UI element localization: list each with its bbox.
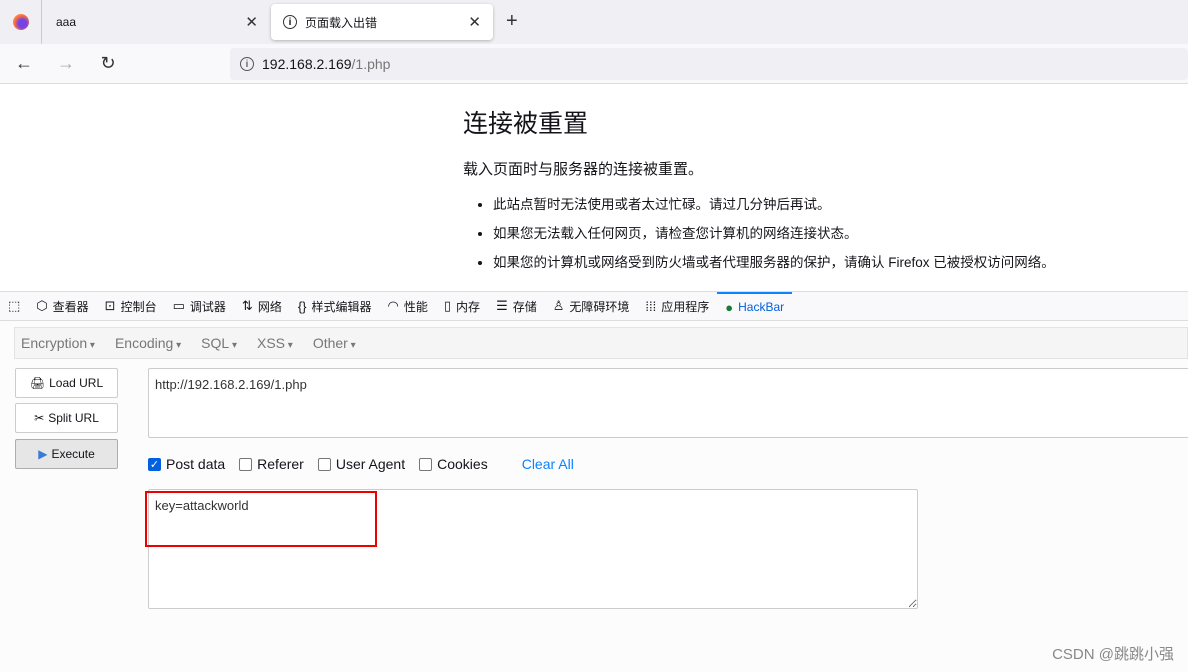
menu-xss[interactable]: XSS (257, 335, 293, 351)
clear-all-link[interactable]: Clear All (522, 456, 574, 472)
info-icon: i (240, 57, 254, 71)
debugger-icon: ▭ (172, 298, 185, 313)
close-icon[interactable]: ✕ (245, 13, 258, 31)
error-page: 连接被重置 载入页面时与服务器的连接被重置。 此站点暂时无法使用或者太过忙碌。请… (463, 104, 1055, 280)
forward-button[interactable]: → (48, 53, 84, 74)
reload-button[interactable]: ↻ (90, 53, 126, 74)
scissors-icon: ✂ (34, 411, 45, 425)
printer-icon: 🖨 (29, 376, 46, 390)
checkbox-icon (317, 457, 331, 471)
memory-icon: ▯ (443, 298, 452, 313)
network-icon: ⇅ (241, 298, 253, 313)
options-row: ✓ Post data Referer User Agent Cookies Cl… (148, 456, 574, 472)
firefox-logo-icon (12, 14, 29, 30)
accessibility-icon: ♙ (552, 298, 565, 313)
hackbar-logo-icon: ● (725, 299, 734, 315)
watermark: CSDN @跳跳小强 (1052, 646, 1174, 663)
checkbox-icon (239, 457, 253, 471)
close-icon[interactable]: ✕ (468, 13, 481, 31)
execute-button[interactable]: ▶ Execute (15, 439, 118, 469)
tab-performance[interactable]: ◠ 性能 (380, 292, 436, 320)
error-message: 载入页面时与服务器的连接被重置。 (463, 161, 704, 178)
cookies-checkbox[interactable]: Cookies (419, 456, 488, 472)
menu-encoding[interactable]: Encoding (115, 335, 181, 351)
error-bullet: 此站点暂时无法使用或者太过忙碌。请过几分钟后再试。 (493, 193, 1055, 213)
error-bullet: 如果您无法载入任何网页，请检查您计算机的网络连接状态。 (493, 222, 1055, 242)
new-tab-button[interactable]: + (506, 10, 518, 33)
highlight-box (145, 491, 377, 547)
checkbox-icon (419, 457, 433, 471)
tab-bar: aaa ✕ i 页面载入出错 ✕ + (0, 0, 1188, 44)
tab-network[interactable]: ⇅ 网络 (234, 292, 290, 320)
tab-style-editor[interactable]: {} 样式编辑器 (290, 292, 380, 320)
user-agent-checkbox[interactable]: User Agent (317, 456, 405, 472)
hackbar-menu: Encryption Encoding SQL XSS Other (14, 327, 1188, 359)
menu-other[interactable]: Other (313, 335, 356, 351)
split-url-button[interactable]: ✂ Split URL (15, 403, 118, 433)
error-title: 连接被重置 (463, 110, 589, 138)
tab-application[interactable]: ⁞⁞⁞ 应用程序 (637, 292, 717, 320)
nav-bar: ← → ↻ i 192.168.2.169/1.php (0, 44, 1188, 84)
referer-checkbox[interactable]: Referer (239, 456, 304, 472)
tab-storage[interactable]: ☰ 存储 (488, 292, 545, 320)
gauge-icon: ◠ (387, 298, 399, 313)
tab-aaa[interactable]: aaa ✕ (44, 4, 270, 40)
tab-accessibility[interactable]: ♙ 无障碍环境 (545, 292, 638, 320)
grid-icon: ⁞⁞⁞ (645, 298, 657, 314)
hackbar-panel: Encryption Encoding SQL XSS Other 🖨Load … (0, 321, 1188, 672)
load-url-button[interactable]: 🖨 Load URL (15, 368, 118, 398)
braces-icon: {} (297, 298, 307, 314)
post-data-checkbox[interactable]: ✓ Post data (148, 456, 225, 472)
firefox-menu[interactable] (0, 0, 42, 44)
tab-memory[interactable]: ▯ 内存 (436, 292, 488, 320)
error-bullet: 如果您的计算机或网络受到防火墙或者代理服务器的保护，请确认 Firefox 已被… (493, 251, 1055, 271)
tab-hackbar[interactable]: ● HackBar (717, 292, 793, 320)
devtools-toolbar: ⬚ ⬡ 查看器 ⊡ 控制台 ▭ 调试器 ⇅ 网络 {} 样式编辑器 ◠ 性能 ▯ 内存 ☰ 存储… (0, 291, 1188, 321)
tab-debugger[interactable]: ▭ 调试器 (165, 292, 234, 320)
element-picker-button[interactable]: ⬚ (0, 292, 28, 320)
menu-sql[interactable]: SQL (201, 335, 237, 351)
tab-error[interactable]: i 页面载入出错 ✕ (271, 4, 493, 40)
console-icon: ⊡ (104, 298, 116, 313)
url-input[interactable]: http://192.168.2.169/1.php (148, 368, 1188, 438)
picker-icon: ⬚ (8, 298, 21, 313)
tab-inspector[interactable]: ⬡ 查看器 (28, 292, 96, 320)
url-bar[interactable]: i 192.168.2.169/1.php (230, 48, 1188, 80)
back-button[interactable]: ← (6, 53, 42, 74)
play-icon: ▶ (38, 447, 48, 461)
inspector-icon: ⬡ (36, 298, 48, 313)
info-icon: i (283, 15, 297, 29)
tab-console[interactable]: ⊡ 控制台 (97, 292, 165, 320)
menu-encryption[interactable]: Encryption (21, 335, 95, 351)
checkbox-checked-icon: ✓ (148, 457, 161, 471)
storage-icon: ☰ (496, 298, 508, 313)
